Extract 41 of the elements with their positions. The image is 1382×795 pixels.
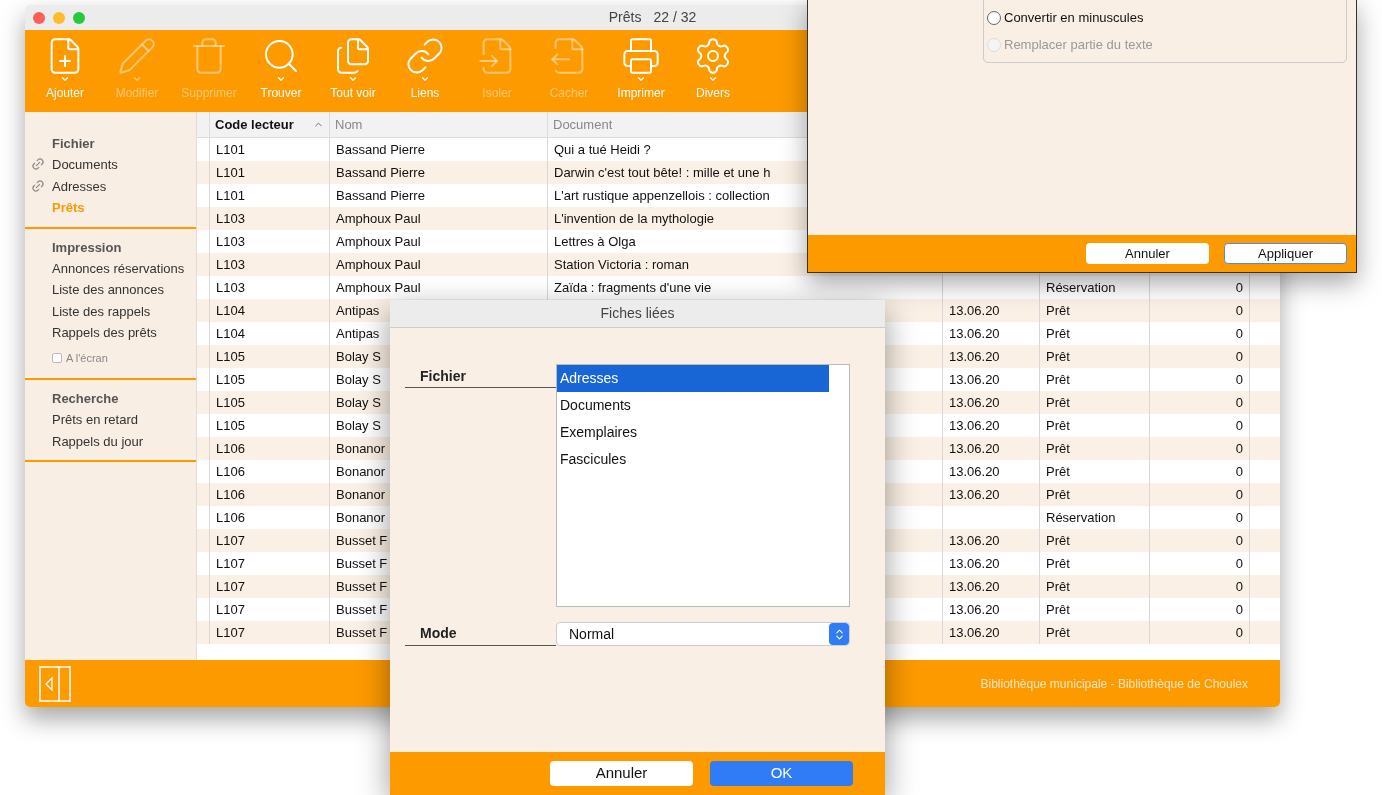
list-item[interactable]: Fascicules: [557, 446, 829, 473]
list-item[interactable]: Exemplaires: [557, 419, 829, 446]
field-label: Mode: [405, 622, 556, 646]
pencil-icon: [117, 36, 157, 76]
dialog-button[interactable]: Annuler: [550, 761, 693, 786]
close-icon[interactable]: [33, 12, 45, 24]
window-title: Prêts: [608, 8, 642, 27]
section-title: Fichier: [52, 135, 96, 153]
column-header[interactable]: Code lecteur: [210, 112, 330, 137]
dialog-button[interactable]: Appliquer: [1224, 243, 1347, 264]
table-cell: 13.06.20: [943, 621, 1040, 644]
table-cell: Prêt: [1040, 621, 1150, 644]
link-icon: [405, 36, 445, 76]
dialog-button[interactable]: Annuler: [1086, 243, 1209, 264]
checkbox-label: A l'écran: [66, 350, 108, 366]
checkbox[interactable]: [52, 352, 62, 363]
table-cell: L107: [210, 621, 330, 644]
dialog-title: Fiches liées: [600, 304, 675, 323]
list-item[interactable]: Documents: [557, 392, 829, 419]
sidebar-item[interactable]: Adresses: [52, 175, 196, 197]
sidebar-item[interactable]: Documents: [52, 154, 196, 176]
section-title: Impression: [52, 238, 123, 257]
minimize-icon[interactable]: [53, 12, 65, 24]
sidebar-item[interactable]: Rappels des prêts: [52, 322, 196, 344]
printer-icon: [621, 36, 661, 76]
sidebar-item[interactable]: Prêts en retard: [52, 409, 196, 431]
radio-option[interactable]: Convertir en minuscules: [987, 4, 1346, 31]
sidebar-item[interactable]: Liste des annonces: [52, 279, 196, 301]
sidebar-item[interactable]: Rappels du jour: [52, 430, 196, 452]
dialog-button[interactable]: OK: [710, 761, 853, 786]
list-item[interactable]: Adresses: [557, 365, 829, 392]
table-cell: 0: [1150, 621, 1250, 644]
section-title: Recherche: [52, 390, 120, 408]
sidebar-item[interactable]: Annonces réservations: [52, 257, 196, 279]
sidebar-toggle-icon[interactable]: [39, 665, 71, 702]
library-name: Bibliothèque municipale - Bibliothèque de Choulex: [980, 675, 1248, 693]
record-count: 22 / 32: [653, 8, 697, 27]
file-list[interactable]: Adresses Documents Exemplaires Fascicules: [556, 364, 850, 607]
sidebar-item[interactable]: Liste des rappels: [52, 300, 196, 322]
mode-select[interactable]: Normal: [556, 622, 850, 646]
zoom-icon[interactable]: [73, 12, 85, 24]
